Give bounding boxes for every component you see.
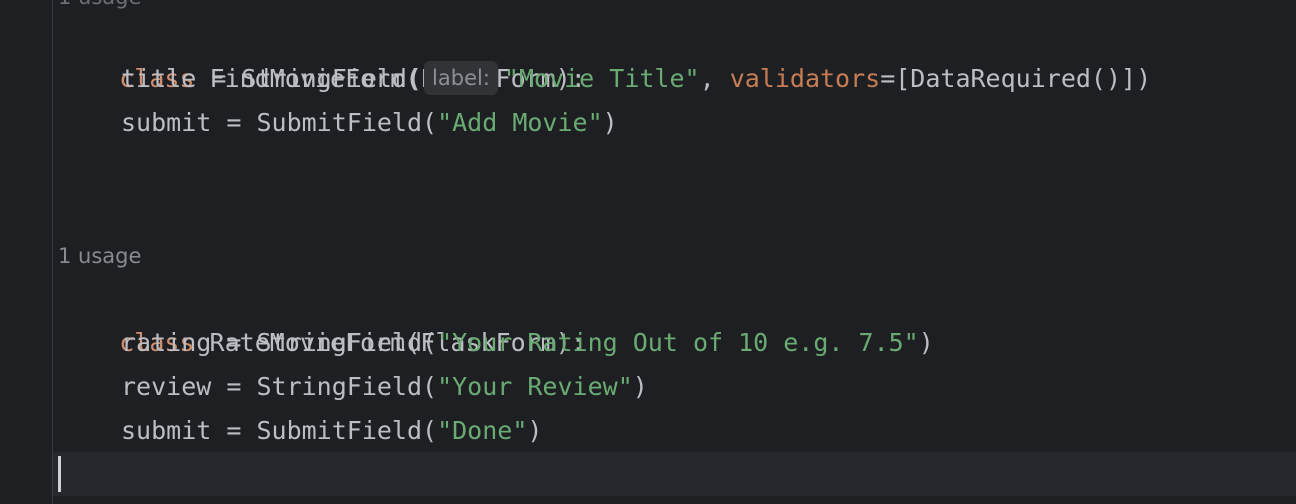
code-line-class-rate-movie-form[interactable]: class RateMovieForm(FlaskForm): [59, 277, 586, 357]
parameter-hint-label: label: [424, 61, 498, 95]
code-text: ) [527, 416, 543, 445]
string-literal: "Done" [437, 416, 528, 445]
string-literal: "Movie Title" [503, 64, 700, 93]
code-line-title-field[interactable]: title = StringField(label: "Movie Title",… [59, 57, 1151, 101]
string-literal: "Add Movie" [437, 108, 603, 137]
code-editor[interactable]: 1 usage class FindMovieForm(FlaskForm): … [0, 0, 1296, 504]
code-line-rating-field[interactable]: rating = StringField("Your Rating Out of… [59, 321, 934, 365]
code-text: title = StringField( [121, 64, 423, 93]
code-line-submit-field-2[interactable]: submit = SubmitField("Done") [59, 409, 542, 453]
code-line-class-find-movie-form[interactable]: class FindMovieForm(FlaskForm): [59, 13, 586, 93]
code-text: review = StringField( [121, 372, 438, 401]
keyword-argument: validators [729, 64, 881, 93]
code-text: =[DataRequired()]) [880, 64, 1152, 93]
code-text: ) [602, 108, 618, 137]
string-literal: "Your Rating Out of 10 e.g. 7.5" [437, 328, 919, 357]
gutter-divider [52, 0, 53, 504]
text-caret [58, 456, 61, 492]
code-text: submit = SubmitField( [121, 108, 438, 137]
code-line-review-field[interactable]: review = StringField("Your Review") [59, 365, 648, 409]
code-line-submit-field[interactable]: submit = SubmitField("Add Movie") [59, 101, 618, 145]
string-literal: "Your Review" [437, 372, 633, 401]
code-text: ) [918, 328, 934, 357]
code-text: submit = SubmitField( [121, 416, 438, 445]
code-text: rating = StringField( [121, 328, 438, 357]
code-text: , [699, 64, 730, 93]
usage-hint-top[interactable]: 1 usage [58, 0, 141, 12]
usage-hint[interactable]: 1 usage [58, 241, 141, 271]
current-line-highlight[interactable] [53, 452, 1296, 496]
code-text: ) [632, 372, 648, 401]
